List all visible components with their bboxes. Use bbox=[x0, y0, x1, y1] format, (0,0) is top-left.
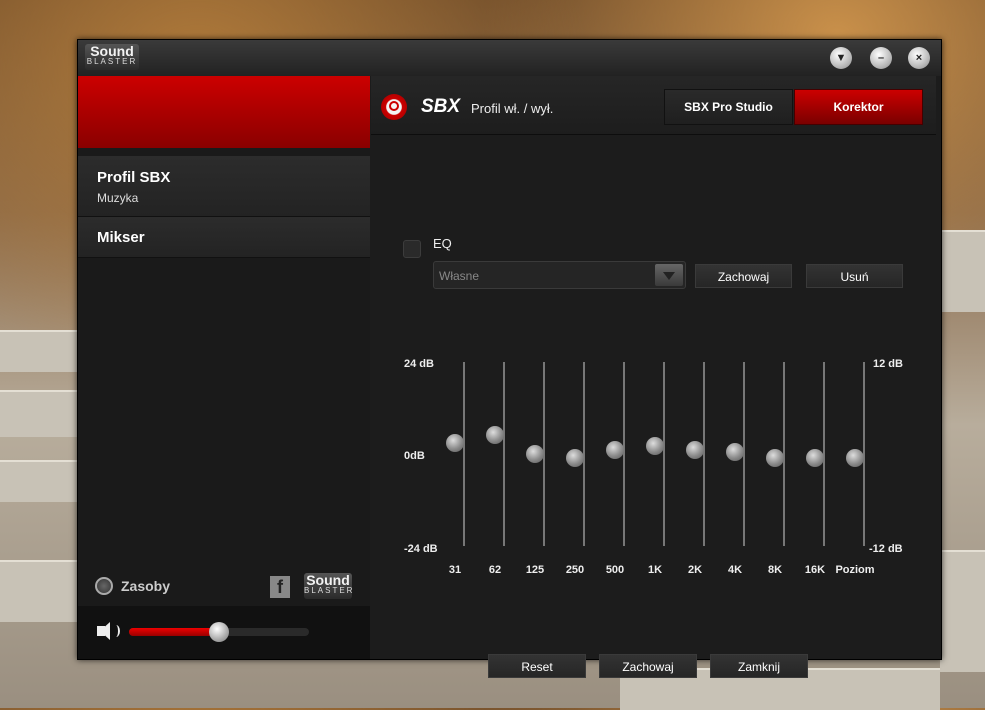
eq-level-label: Poziom bbox=[835, 564, 875, 576]
volume-knob[interactable] bbox=[209, 622, 229, 642]
eq-band-1K-track[interactable] bbox=[663, 362, 665, 546]
sidebar-banner bbox=[78, 76, 370, 148]
sidebar-item-mikser[interactable]: Mikser bbox=[78, 217, 370, 258]
sidebar-item-title: Mikser bbox=[97, 229, 145, 246]
resources-label: Zasoby bbox=[121, 578, 171, 594]
eq-band-500-knob[interactable] bbox=[606, 441, 624, 460]
volume-bar bbox=[78, 606, 370, 659]
eq-band-125-knob[interactable] bbox=[526, 445, 544, 463]
reset-button[interactable]: Reset bbox=[488, 654, 586, 678]
eq-level-knob[interactable] bbox=[846, 448, 864, 467]
desktop-stair bbox=[0, 390, 77, 437]
eq-band-2K-knob[interactable] bbox=[686, 441, 704, 460]
eq-band-62-knob[interactable] bbox=[486, 425, 504, 444]
title-bar[interactable]: Sound BLASTER ▼ – × bbox=[78, 40, 941, 76]
sidebar: Profil SBX Muzyka Mikser Zasoby f Sound … bbox=[78, 76, 370, 659]
eq-band-500-track[interactable] bbox=[623, 362, 625, 546]
dropdown-button[interactable]: ▼ bbox=[830, 47, 852, 69]
desktop-stair bbox=[0, 330, 77, 372]
sound-blaster-logo[interactable]: Sound BLASTER bbox=[304, 573, 352, 599]
app-logo: Sound BLASTER bbox=[85, 44, 139, 70]
globe-icon bbox=[95, 577, 113, 595]
sidebar-item-title: Profil SBX bbox=[97, 169, 171, 186]
desktop-stair bbox=[0, 560, 77, 622]
footer-save-button[interactable]: Zachowaj bbox=[599, 654, 697, 678]
eq-band-16K-knob[interactable] bbox=[806, 448, 824, 467]
close-button[interactable]: × bbox=[908, 47, 930, 69]
desktop-stair bbox=[940, 550, 985, 672]
close-dialog-button[interactable]: Zamknij bbox=[710, 654, 808, 678]
eq-band-2K-track[interactable] bbox=[703, 362, 705, 546]
facebook-icon[interactable]: f bbox=[270, 576, 290, 598]
eq-band-250-knob[interactable] bbox=[566, 448, 584, 467]
sidebar-item-profil-sbx[interactable]: Profil SBX Muzyka bbox=[78, 156, 370, 217]
eq-band-8K-knob[interactable] bbox=[766, 448, 784, 467]
eq-band-4K-knob[interactable] bbox=[726, 443, 744, 462]
volume-slider[interactable] bbox=[129, 622, 309, 642]
main-panel: SBX Profil wł. / wył. SBX Pro Studio Kor… bbox=[371, 76, 941, 678]
eq-band-1K-knob[interactable] bbox=[646, 437, 664, 456]
minimize-button[interactable]: – bbox=[870, 47, 892, 69]
eq-band-62-track[interactable] bbox=[503, 362, 505, 546]
app-window: Sound BLASTER ▼ – × Profil SBX Muzyka Mi… bbox=[77, 39, 942, 678]
sidebar-item-subtitle: Muzyka bbox=[97, 191, 139, 205]
volume-fill bbox=[129, 628, 219, 636]
speaker-wave bbox=[112, 625, 120, 637]
equalizer: 31 62 125 250 500 1K 2K 4K 8K 16K Poziom bbox=[371, 76, 941, 659]
eq-band-31-track[interactable] bbox=[463, 362, 465, 546]
desktop-stair bbox=[0, 460, 77, 502]
eq-band-31-knob[interactable] bbox=[446, 433, 464, 452]
speaker-icon-cone bbox=[100, 622, 110, 640]
desktop-stair bbox=[940, 230, 985, 312]
